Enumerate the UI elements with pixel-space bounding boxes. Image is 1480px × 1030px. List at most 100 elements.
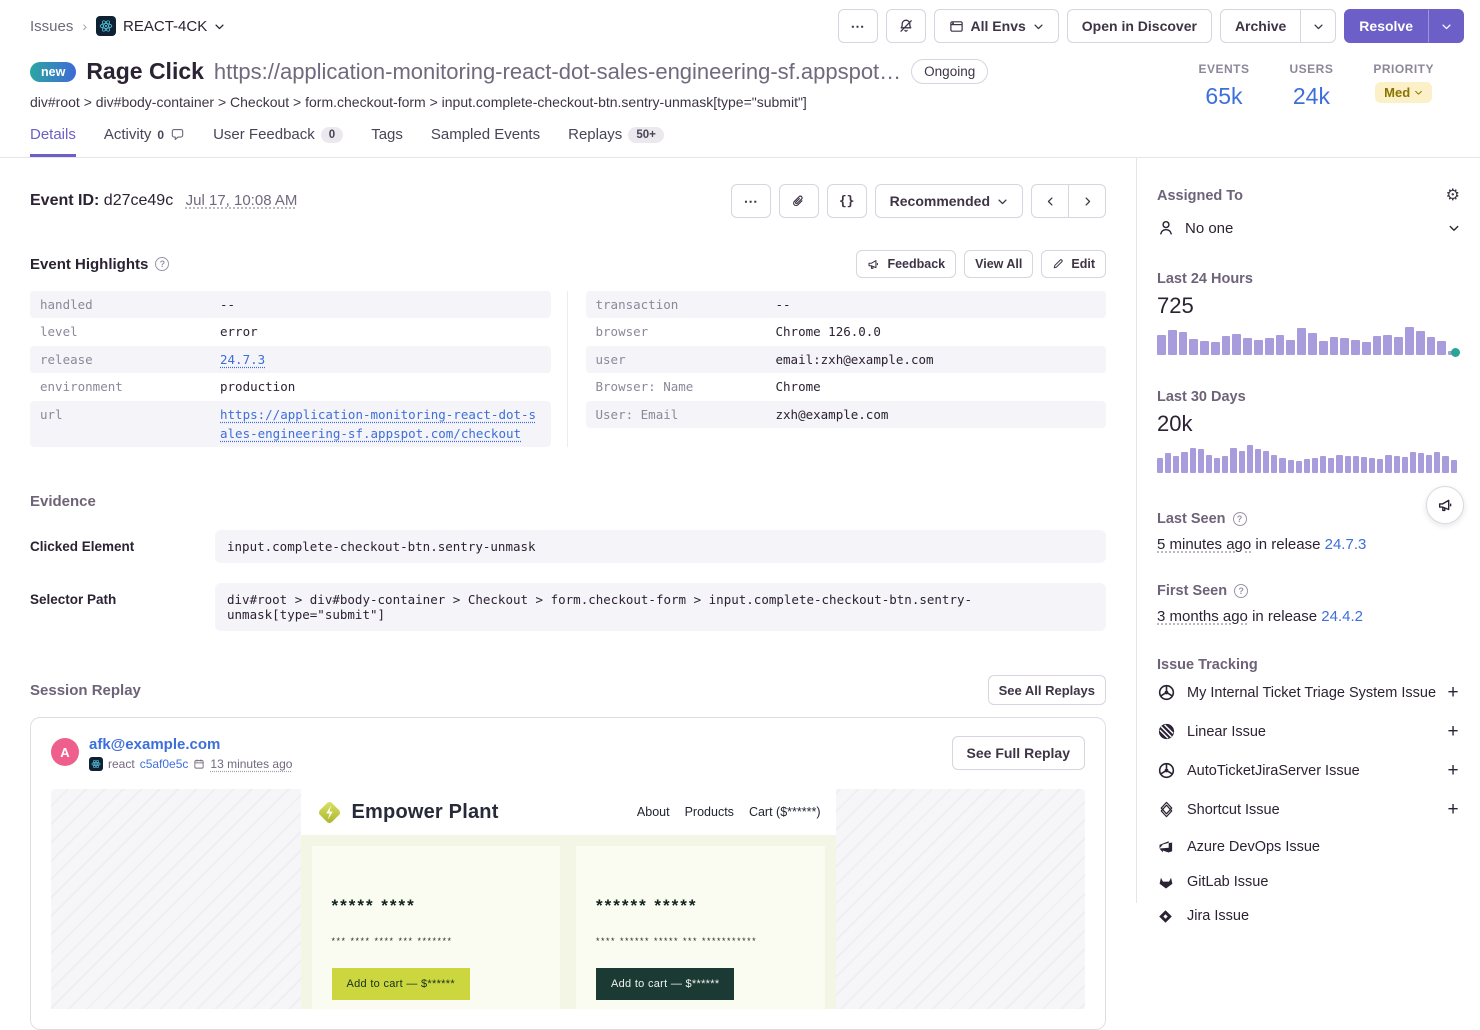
events-stat: EVENTS 65k (1198, 62, 1249, 110)
tab-activity[interactable]: Activity 0 (104, 126, 185, 157)
helm-icon (1157, 683, 1177, 702)
last-30-days-block: Last 30 Days 20k (1157, 389, 1460, 473)
issue-header: new Rage Click https://application-monit… (0, 52, 1480, 110)
window-icon (949, 19, 964, 34)
tracking-item-jira[interactable]: Jira Issue (1157, 899, 1460, 933)
jira-icon (1157, 908, 1177, 925)
events-count-link[interactable]: 65k (1198, 83, 1249, 110)
replay-project-name: react (108, 757, 135, 771)
tab-user-feedback[interactable]: User Feedback 0 (213, 126, 343, 157)
tracking-item-shortcut[interactable]: Shortcut Issue + (1157, 790, 1460, 829)
last-seen-block: Last Seen ? 5 minutes ago in release 24.… (1157, 511, 1460, 553)
view-json-button[interactable]: {} (827, 184, 867, 218)
event-more-options-button[interactable]: ⋯ (731, 184, 771, 218)
release-link[interactable]: 24.7.3 (220, 350, 265, 369)
pencil-icon (1052, 258, 1064, 270)
priority-dropdown[interactable]: Med (1375, 82, 1432, 103)
tracking-item-autoticketjiraserver[interactable]: AutoTicketJiraServer Issue + (1157, 751, 1460, 790)
priority-stat: PRIORITY Med (1373, 62, 1434, 110)
environment-filter-button[interactable]: All Envs (934, 9, 1059, 43)
next-event-button[interactable] (1068, 184, 1106, 218)
gear-icon[interactable]: ⚙ (1446, 188, 1460, 204)
first-seen-time: 3 months ago (1157, 608, 1248, 625)
replay-id-link[interactable]: c5af0e5c (140, 757, 189, 771)
help-icon[interactable]: ? (155, 257, 169, 271)
feedback-float-button[interactable] (1426, 486, 1464, 524)
archive-button[interactable]: Archive (1220, 9, 1301, 43)
product-card: ***** **** *** **** **** *** ******* Add… (312, 846, 561, 1009)
resolve-dropdown-button[interactable] (1428, 9, 1464, 43)
helm-icon (1157, 761, 1177, 780)
issue-selector-path: div#root > div#body-container > Checkout… (30, 94, 988, 110)
replay-preview[interactable]: Empower Plant About Products Cart ($****… (51, 789, 1085, 1009)
megaphone-icon (867, 258, 880, 271)
feedback-button[interactable]: Feedback (856, 250, 956, 278)
react-project-icon (89, 757, 103, 771)
tracking-item-linear[interactable]: Linear Issue + (1157, 712, 1460, 751)
previous-event-button[interactable] (1031, 184, 1069, 218)
ellipsis-icon: ⋯ (851, 18, 865, 35)
table-row: User: Emailzxh@example.com (586, 401, 1107, 428)
project-selector[interactable]: REACT-4CK (96, 16, 225, 36)
resolve-button[interactable]: Resolve (1344, 9, 1428, 43)
tab-details[interactable]: Details (30, 126, 76, 157)
product-card: ****** ***** **** ****** ***** *** *****… (576, 846, 825, 1009)
open-in-discover-button[interactable]: Open in Discover (1067, 9, 1212, 43)
breadcrumb: Issues › REACT-4CK (30, 16, 225, 36)
person-icon (1157, 219, 1175, 237)
users-count-link[interactable]: 24k (1289, 83, 1333, 110)
more-options-button[interactable]: ⋯ (838, 9, 878, 43)
last-seen-release-link[interactable]: 24.7.3 (1325, 536, 1367, 553)
edit-highlights-button[interactable]: Edit (1041, 250, 1106, 278)
highlights-table: handled-- levelerror release24.7.3 envir… (30, 291, 1106, 447)
unsubscribe-bell-button[interactable] (886, 9, 926, 43)
tracking-item-gitlab[interactable]: GitLab Issue (1157, 864, 1460, 899)
react-project-icon (96, 16, 116, 36)
activity-count: 0 (157, 128, 164, 142)
replay-user-link[interactable]: afk@example.com (89, 736, 292, 753)
first-seen-release-link[interactable]: 24.4.2 (1321, 608, 1363, 625)
tab-sampled-events[interactable]: Sampled Events (431, 126, 540, 157)
replays-count: 50+ (628, 127, 664, 143)
chevron-down-icon (997, 196, 1008, 207)
last-30-days-count: 20k (1157, 411, 1460, 437)
add-issue-link-icon[interactable]: + (1446, 682, 1460, 704)
assigned-to-title: Assigned To (1157, 188, 1243, 204)
chevron-down-icon (1448, 222, 1460, 234)
help-icon[interactable]: ? (1234, 584, 1248, 598)
add-issue-link-icon[interactable]: + (1446, 760, 1460, 782)
clicked-element-value: input.complete-checkout-btn.sentry-unmas… (215, 530, 1106, 563)
help-icon[interactable]: ? (1233, 512, 1247, 526)
replay-time-ago: 13 minutes ago (210, 757, 292, 771)
view-all-button[interactable]: View All (964, 250, 1033, 278)
add-to-cart-button: Add to cart — $****** (596, 968, 734, 1000)
details-panel: Event ID: d27ce49c Jul 17, 10:08 AM ⋯ {}… (0, 158, 1136, 903)
copy-event-link-button[interactable] (779, 184, 819, 218)
all-envs-label: All Envs (971, 18, 1026, 34)
tracking-item-azure-devops[interactable]: Azure DevOps Issue (1157, 829, 1460, 864)
tab-tags[interactable]: Tags (371, 126, 403, 157)
archive-dropdown-button[interactable] (1300, 9, 1336, 43)
shortcut-icon (1157, 800, 1177, 819)
evidence-section: Evidence Clicked Element input.complete-… (30, 493, 1106, 631)
event-sort-dropdown[interactable]: Recommended (875, 184, 1023, 218)
add-issue-link-icon[interactable]: + (1446, 721, 1460, 743)
see-all-replays-button[interactable]: See All Replays (988, 675, 1106, 705)
issue-stats: EVENTS 65k USERS 24k PRIORITY Med (1198, 58, 1450, 110)
assignee-dropdown[interactable]: No one (1157, 219, 1460, 237)
gitlab-icon (1157, 873, 1177, 891)
table-row: release24.7.3 (30, 346, 551, 373)
see-full-replay-button[interactable]: See Full Replay (952, 736, 1085, 770)
empower-plant-logo-icon (316, 799, 343, 826)
breadcrumb-issues-link[interactable]: Issues (30, 18, 73, 35)
event-timestamp[interactable]: Jul 17, 10:08 AM (186, 192, 298, 209)
add-issue-link-icon[interactable]: + (1446, 799, 1460, 821)
tab-replays[interactable]: Replays 50+ (568, 126, 664, 157)
status-badge: Ongoing (911, 59, 988, 84)
assignee-value: No one (1185, 220, 1438, 237)
top-bar: Issues › REACT-4CK ⋯ All Envs Open in Di… (0, 0, 1480, 52)
breadcrumb-separator: › (82, 18, 87, 34)
chevron-left-icon (1045, 196, 1056, 207)
tracking-item-internal-triage[interactable]: My Internal Ticket Triage System Issue + (1157, 673, 1460, 712)
url-link[interactable]: https://application-monitoring-react-dot… (220, 405, 541, 444)
